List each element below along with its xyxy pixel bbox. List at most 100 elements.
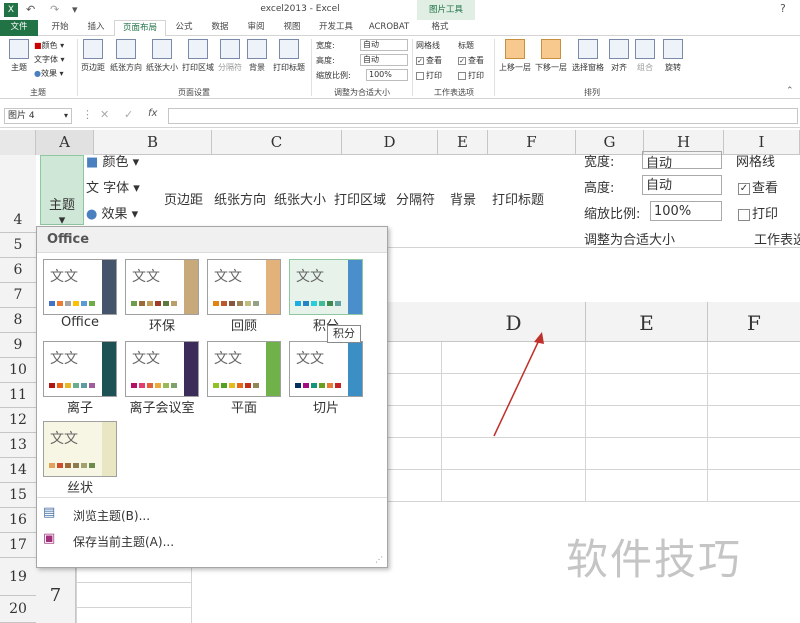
group-label-page-setup: 页面设置 — [178, 88, 210, 97]
row-header-11[interactable]: 11 — [0, 383, 36, 408]
row-header-5[interactable]: 5 — [0, 233, 36, 258]
col-header-c[interactable]: C — [212, 130, 342, 155]
gallery-header: Office — [37, 227, 387, 253]
headings-label: 标题 — [458, 41, 474, 50]
size-icon — [152, 39, 172, 59]
tab-home[interactable]: 开始 — [42, 20, 78, 36]
zoomed-col-f: F — [747, 311, 761, 335]
colors-button[interactable]: ■颜色 ▾ — [34, 40, 64, 51]
zoomed-sheet-columns: D E F — [388, 302, 800, 342]
headings-view-checkbox[interactable]: ✓ 查看 — [458, 55, 484, 66]
group-separator — [77, 39, 78, 96]
theme-ion-boardroom[interactable]: 文文 — [125, 341, 199, 397]
effects-button[interactable]: ●效果 ▾ — [34, 68, 64, 79]
group-label-themes: 主题 — [30, 88, 46, 97]
theme-slice[interactable]: 文文 — [289, 341, 363, 397]
red-arrow-annotation — [493, 332, 544, 437]
row-header-20[interactable]: 20 — [0, 596, 36, 623]
tab-acrobat[interactable]: ACROBAT — [364, 20, 414, 36]
row-header-8[interactable]: 8 — [0, 308, 36, 333]
theme-office[interactable]: 文文 — [43, 259, 117, 315]
theme-retrospect[interactable]: 文文 — [207, 259, 281, 315]
name-box-dropdown-icon[interactable]: ▾ — [64, 109, 68, 123]
print-titles-icon — [279, 39, 299, 59]
tab-page-layout[interactable]: 页面布局 — [114, 20, 166, 37]
theme-label-slice: 切片 — [312, 401, 339, 416]
formula-input[interactable] — [168, 108, 798, 124]
theme-facet[interactable]: 文文 — [207, 341, 281, 397]
background-button[interactable]: 背景 — [246, 39, 268, 73]
send-backward-button[interactable]: 下移一层 — [534, 39, 568, 73]
select-all-corner[interactable] — [0, 130, 36, 155]
row-header-14[interactable]: 14 — [0, 458, 36, 483]
tab-developer[interactable]: 开发工具 — [312, 20, 360, 36]
fonts-button[interactable]: 文字体 ▾ — [34, 54, 65, 65]
browse-themes-item[interactable]: 浏览主题(B)... — [73, 507, 150, 524]
theme-ion[interactable]: 文文 — [43, 341, 117, 397]
row-header-10[interactable]: 10 — [0, 358, 36, 383]
row-header-12[interactable]: 12 — [0, 408, 36, 433]
theme-integral[interactable]: 文文 — [289, 259, 363, 315]
row-header-15[interactable]: 15 — [0, 483, 36, 508]
row-header-4[interactable]: 4 — [0, 155, 36, 233]
row-header-19[interactable]: 19 — [0, 558, 36, 596]
insert-function-icon[interactable]: fx — [148, 108, 157, 119]
gridlines-view-checkbox[interactable]: ✓ 查看 — [416, 55, 442, 66]
row-header-17[interactable]: 17 — [0, 533, 36, 558]
theme-label-ion: 离子 — [66, 401, 93, 416]
resize-grip-icon[interactable]: ⋰ — [375, 555, 383, 564]
zoomed-col-e: E — [586, 302, 708, 342]
breaks-button[interactable]: 分隔符 — [216, 39, 244, 73]
tab-data[interactable]: 数据 — [204, 20, 236, 36]
group-button[interactable]: 组合 — [634, 39, 656, 73]
row-header-16[interactable]: 16 — [0, 508, 36, 533]
save-current-theme-item[interactable]: 保存当前主题(A)... — [73, 533, 174, 550]
size-button[interactable]: 纸张大小 — [144, 39, 180, 73]
headings-print-checkbox[interactable]: 打印 — [458, 70, 484, 81]
scale-input[interactable]: 100% — [366, 69, 408, 81]
theme-label-retrospect: 回顾 — [230, 319, 257, 334]
theme-eco[interactable]: 文文 — [125, 259, 199, 315]
orientation-button[interactable]: 纸张方向 — [108, 39, 144, 73]
tab-file[interactable]: 文件 — [0, 20, 38, 36]
themes-gallery-dropdown: Office 文文 Office 文文 环保 文文 回顾 文文 积分 文文 离子… — [36, 226, 388, 568]
zoomed-height-select: 自动 — [642, 175, 722, 195]
rotate-button[interactable]: 旋转 — [662, 39, 684, 73]
height-select[interactable]: 自动 — [360, 54, 408, 66]
gridlines-print-checkbox[interactable]: 打印 — [416, 70, 442, 81]
tab-formulas[interactable]: 公式 — [168, 20, 200, 36]
col-header-d[interactable]: D — [342, 130, 438, 155]
tab-insert[interactable]: 插入 — [80, 20, 112, 36]
ribbon: 主题 ■颜色 ▾ 文字体 ▾ ●效果 ▾ 主题 页边距 纸张方向 纸张大小 打印… — [0, 36, 800, 99]
align-button[interactable]: 对齐 — [608, 39, 630, 73]
margins-icon — [83, 39, 103, 59]
bring-forward-button[interactable]: 上移一层 — [498, 39, 532, 73]
tab-view[interactable]: 视图 — [276, 20, 308, 36]
col-header-f[interactable]: F — [488, 130, 576, 155]
print-titles-button[interactable]: 打印标题 — [270, 39, 308, 73]
save-theme-icon: ▣ — [43, 531, 56, 546]
row-header-7[interactable]: 7 — [0, 283, 36, 308]
print-area-button[interactable]: 打印区域 — [180, 39, 216, 73]
row-header-6[interactable]: 6 — [0, 258, 36, 283]
tab-review[interactable]: 审阅 — [240, 20, 272, 36]
width-select[interactable]: 自动 — [360, 39, 408, 51]
theme-wisp[interactable]: 文文 — [43, 421, 117, 477]
enter-icon[interactable]: ✓ — [124, 108, 133, 121]
col-header-e[interactable]: E — [438, 130, 488, 155]
row-header-13[interactable]: 13 — [0, 433, 36, 458]
tab-format[interactable]: 格式 — [420, 20, 460, 36]
zoomed-width-select: 自动 — [642, 151, 722, 171]
cancel-icon[interactable]: ✕ — [100, 108, 109, 121]
margins-button[interactable]: 页边距 — [80, 39, 106, 73]
collapse-ribbon-icon[interactable]: ⌃ — [786, 86, 794, 96]
name-box[interactable]: 图片 4 ▾ — [4, 108, 72, 124]
selection-pane-button[interactable]: 选择窗格 — [570, 39, 606, 73]
help-icon[interactable]: ? — [780, 2, 786, 15]
themes-icon — [9, 39, 29, 59]
zoomed-scale-label: 缩放比例: — [584, 207, 641, 222]
zoomed-row-header-7: 7 — [36, 568, 76, 623]
align-icon — [609, 39, 629, 59]
themes-button[interactable]: 主题 — [4, 39, 34, 73]
row-header-9[interactable]: 9 — [0, 333, 36, 358]
